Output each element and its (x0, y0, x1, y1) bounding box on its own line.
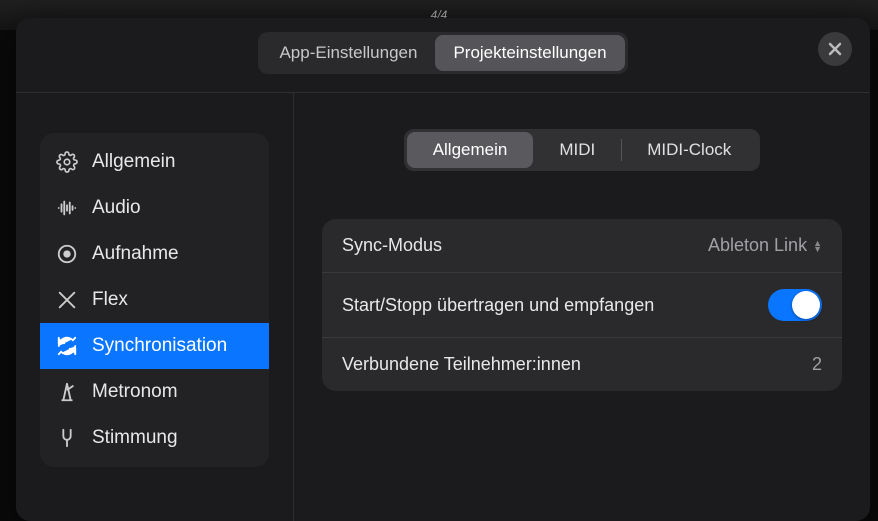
sync-icon (56, 335, 78, 357)
participants-value: 2 (812, 354, 822, 375)
row-start-stop: Start/Stopp übertragen und empfangen (322, 272, 842, 337)
tab-project-settings[interactable]: Projekteinstellungen (435, 35, 624, 71)
sidebar-item-metronome[interactable]: Metronom (40, 369, 269, 415)
row-participants: Verbundene Teilnehmer:innen 2 (322, 337, 842, 391)
sub-tab-midi[interactable]: MIDI (533, 132, 621, 168)
sidebar-item-audio[interactable]: Audio (40, 185, 269, 231)
waveform-icon (56, 197, 78, 219)
settings-modal: App-Einstellungen Projekteinstellungen A… (16, 18, 870, 521)
sync-mode-label: Sync-Modus (342, 235, 442, 256)
content-pane: Allgemein MIDI MIDI-Clock Sync-Modus Abl… (294, 93, 870, 521)
sidebar-item-tuning[interactable]: Stimmung (40, 415, 269, 461)
settings-card: Sync-Modus Ableton Link ▲▼ Start/Stopp ü… (322, 219, 842, 391)
sidebar-item-general[interactable]: Allgemein (40, 139, 269, 185)
sidebar-item-label: Audio (92, 197, 141, 219)
tab-app-settings[interactable]: App-Einstellungen (261, 35, 435, 71)
sidebar-item-label: Flex (92, 289, 128, 311)
sidebar-item-sync[interactable]: Synchronisation (40, 323, 269, 369)
sidebar-list: Allgemein Audio Aufnahme (40, 133, 269, 467)
participants-label: Verbundene Teilnehmer:innen (342, 354, 581, 375)
sidebar-item-label: Synchronisation (92, 335, 227, 357)
close-icon (827, 41, 843, 57)
sub-tab-midi-clock[interactable]: MIDI-Clock (621, 132, 757, 168)
sync-mode-value[interactable]: Ableton Link ▲▼ (708, 235, 822, 256)
start-stop-toggle[interactable] (768, 289, 822, 321)
sidebar: Allgemein Audio Aufnahme (16, 93, 294, 521)
modal-header: App-Einstellungen Projekteinstellungen (16, 18, 870, 93)
sidebar-item-label: Allgemein (92, 151, 175, 173)
sub-tab-general[interactable]: Allgemein (407, 132, 534, 168)
gear-icon (56, 151, 78, 173)
sidebar-item-label: Metronom (92, 381, 178, 403)
sub-tab-group: Allgemein MIDI MIDI-Clock (322, 129, 842, 171)
sidebar-item-label: Aufnahme (92, 243, 179, 265)
sidebar-item-flex[interactable]: Flex (40, 277, 269, 323)
close-button[interactable] (818, 32, 852, 66)
header-tab-group: App-Einstellungen Projekteinstellungen (258, 32, 627, 74)
stepper-icon: ▲▼ (813, 240, 822, 252)
metronome-icon (56, 381, 78, 403)
flex-icon (56, 289, 78, 311)
sidebar-item-record[interactable]: Aufnahme (40, 231, 269, 277)
sidebar-item-label: Stimmung (92, 427, 178, 449)
tuning-fork-icon (56, 427, 78, 449)
start-stop-label: Start/Stopp übertragen und empfangen (342, 295, 654, 316)
record-icon (56, 243, 78, 265)
modal-body: Allgemein Audio Aufnahme (16, 93, 870, 521)
row-sync-mode[interactable]: Sync-Modus Ableton Link ▲▼ (322, 219, 842, 272)
